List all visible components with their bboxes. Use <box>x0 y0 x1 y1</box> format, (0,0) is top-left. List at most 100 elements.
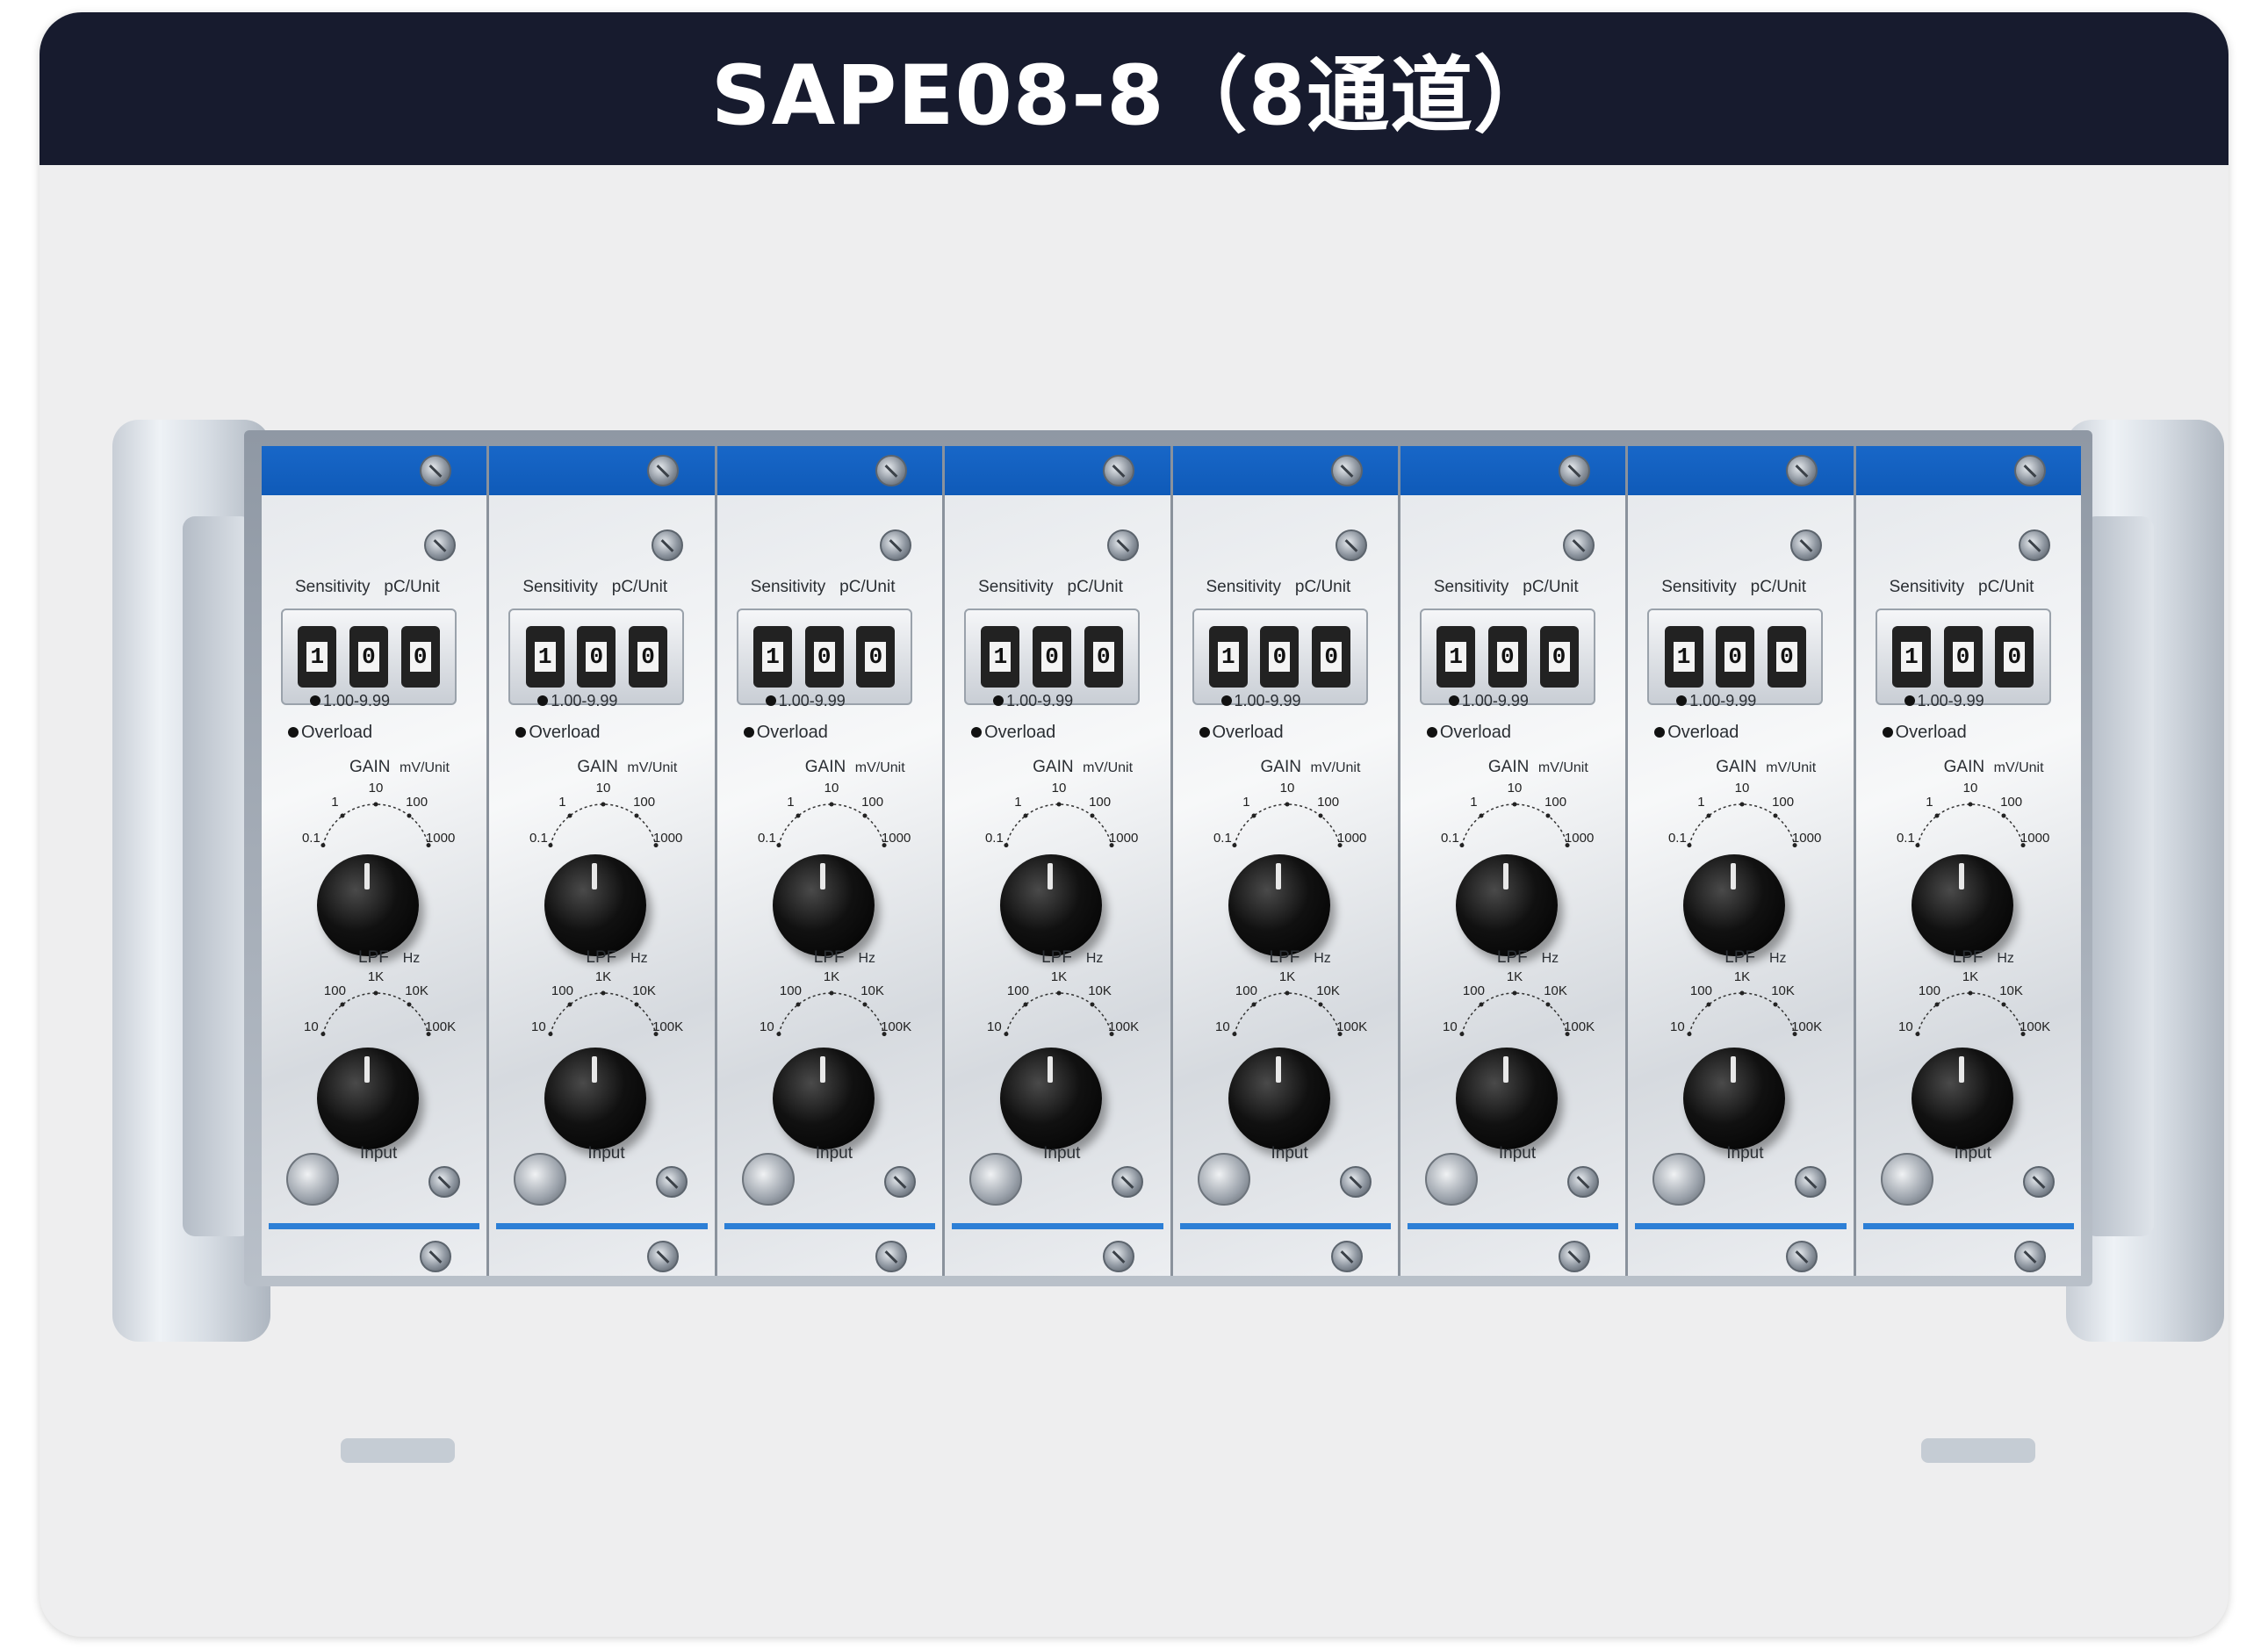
lpf-knob[interactable] <box>544 1048 647 1149</box>
sensitivity-thumbwheel[interactable]: 1 0 0 <box>964 608 1141 705</box>
thumbwheel-digit[interactable]: 0 <box>1260 626 1300 688</box>
sensitivity-thumbwheel[interactable]: 1 0 0 <box>281 608 457 705</box>
thumbwheel-digit[interactable]: 1 <box>753 626 793 688</box>
screw-icon <box>1786 455 1818 486</box>
scale-tick <box>340 813 345 818</box>
thumbwheel-digit[interactable]: 0 <box>1767 626 1806 688</box>
scale-tick <box>1337 843 1343 848</box>
gain-label: GAIN mV/Unit <box>1487 758 1588 776</box>
thumbwheel-digit[interactable]: 0 <box>1943 626 1983 688</box>
scale-arc <box>322 992 429 1034</box>
sensitivity-thumbwheel[interactable]: 1 0 0 <box>1192 608 1368 705</box>
scale-tick-label: 1000 <box>1109 831 1138 846</box>
lpf-knob[interactable] <box>1000 1048 1103 1149</box>
scale-tick-label: 1000 <box>1336 831 1365 846</box>
lpf-knob[interactable] <box>772 1048 875 1149</box>
scale-tick-label: 10 <box>596 781 611 796</box>
scale-tick-label: 10 <box>1735 781 1750 796</box>
gain-knob[interactable] <box>1000 854 1103 956</box>
gain-knob[interactable] <box>772 854 875 956</box>
sensitivity-thumbwheel[interactable]: 1 0 0 <box>1875 608 2051 705</box>
scale-tick <box>1565 1032 1570 1037</box>
thumbwheel-digit[interactable]: 1 <box>525 626 565 688</box>
module-top-bar <box>1628 446 1854 495</box>
lpf-knob[interactable] <box>1911 1048 2013 1149</box>
input-connector-icon[interactable] <box>1880 1153 1933 1206</box>
scale-tick <box>1231 843 1236 848</box>
input-label: Input <box>1726 1144 1764 1163</box>
sensitivity-thumbwheel[interactable]: 1 0 0 <box>508 608 685 705</box>
overload-led-icon <box>515 727 527 738</box>
input-connector-icon[interactable] <box>741 1153 795 1206</box>
gain-knob[interactable] <box>1911 854 2013 956</box>
thumbwheel-digit[interactable]: 0 <box>1312 626 1351 688</box>
thumbwheel-digit[interactable]: 0 <box>1716 626 1755 688</box>
scale-tick <box>601 990 606 996</box>
gain-knob[interactable] <box>544 854 647 956</box>
sensitivity-thumbwheel[interactable]: 1 0 0 <box>1647 608 1824 705</box>
scale-tick <box>862 1002 868 1007</box>
range-label: 1.00-9.99 <box>1917 692 1984 709</box>
gain-knob[interactable] <box>317 854 419 956</box>
sensitivity-thumbwheel[interactable]: 1 0 0 <box>736 608 912 705</box>
scale-tick <box>1706 813 1711 818</box>
input-connector-icon[interactable] <box>514 1153 567 1206</box>
scale-tick <box>1565 843 1570 848</box>
input-connector-icon[interactable] <box>1197 1153 1250 1206</box>
thumbwheel-digit[interactable]: 0 <box>629 626 668 688</box>
gain-knob[interactable] <box>1228 854 1330 956</box>
range-label: 1.00-9.99 <box>1461 692 1529 709</box>
thumbwheel-digit[interactable]: 0 <box>1539 626 1579 688</box>
module-top-bar <box>716 446 943 495</box>
gain-knob[interactable] <box>1455 854 1558 956</box>
thumbwheel-digit[interactable]: 0 <box>856 626 896 688</box>
thumbwheel-digit[interactable]: 1 <box>981 626 1020 688</box>
scale-tick <box>1915 843 1920 848</box>
screw-icon <box>1795 1166 1827 1198</box>
thumbwheel-digit[interactable]: 0 <box>400 626 440 688</box>
scale-tick <box>1109 843 1114 848</box>
scale-tick <box>1792 1032 1797 1037</box>
scale-tick-label: 10K <box>633 983 657 998</box>
overload-label: Overload <box>301 723 373 742</box>
thumbwheel-digit[interactable]: 0 <box>1995 626 2034 688</box>
thumbwheel-digit[interactable]: 0 <box>577 626 616 688</box>
module-top-bar <box>1855 446 2081 495</box>
lpf-knob[interactable] <box>1228 1048 1330 1149</box>
scale-tick-label: 100 <box>633 795 655 810</box>
input-connector-icon[interactable] <box>1652 1153 1706 1206</box>
scale-tick <box>1545 1002 1551 1007</box>
thumbwheel-digit[interactable]: 0 <box>1084 626 1123 688</box>
input-connector-icon[interactable] <box>1424 1153 1478 1206</box>
scale-arc <box>1461 803 1568 846</box>
thumbwheel-digit[interactable]: 1 <box>298 626 337 688</box>
thumbwheel-digit[interactable]: 0 <box>804 626 844 688</box>
scale-tick-label: 100 <box>1463 983 1485 998</box>
thumbwheel-digit[interactable]: 0 <box>349 626 388 688</box>
range-label: 1.00-9.99 <box>323 692 391 709</box>
product-image-area: Sensitivity pC/Unit 1 0 0 1.00-9.99 Over… <box>40 165 2228 1637</box>
thumbwheel-digit[interactable]: 1 <box>1436 626 1476 688</box>
sensitivity-thumbwheel[interactable]: 1 0 0 <box>1419 608 1595 705</box>
thumbwheel-digit[interactable]: 0 <box>1487 626 1527 688</box>
gain-knob[interactable] <box>1683 854 1786 956</box>
thumbwheel-digit[interactable]: 1 <box>1208 626 1248 688</box>
scale-tick <box>1792 843 1797 848</box>
lpf-knob[interactable] <box>1455 1048 1558 1149</box>
thumbwheel-digit[interactable]: 0 <box>1033 626 1072 688</box>
scale-tick-label: 0.1 <box>1668 831 1687 846</box>
scale-arc <box>1005 992 1112 1034</box>
lpf-knob[interactable] <box>1683 1048 1786 1149</box>
range-label: 1.00-9.99 <box>1689 692 1757 709</box>
gain-scale: 0.1 1 10 100 1000 <box>758 781 911 848</box>
scale-tick <box>1687 843 1692 848</box>
scale-tick-label: 100 <box>1544 795 1566 810</box>
scale-tick-label: 100 <box>1317 795 1339 810</box>
input-connector-icon[interactable] <box>286 1153 339 1206</box>
lpf-knob[interactable] <box>317 1048 419 1149</box>
input-connector-icon[interactable] <box>969 1153 1023 1206</box>
thumbwheel-digit[interactable]: 1 <box>1891 626 1931 688</box>
overload-led-icon <box>743 727 754 738</box>
led-indicator-icon <box>2018 529 2050 561</box>
thumbwheel-digit[interactable]: 1 <box>1664 626 1703 688</box>
